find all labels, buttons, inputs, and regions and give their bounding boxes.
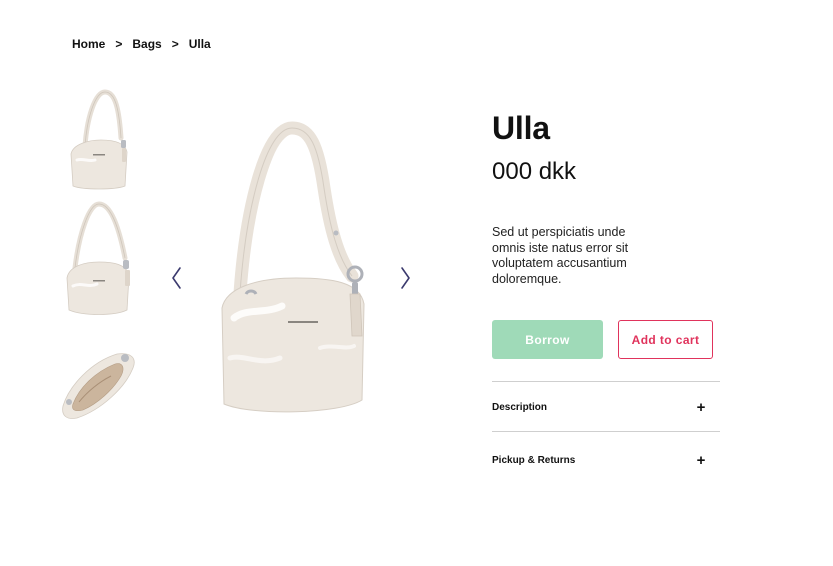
borrow-button[interactable]: Borrow	[492, 320, 603, 359]
divider	[492, 431, 720, 432]
bag-front-image	[70, 89, 128, 190]
product-description: Sed ut perspiciatis unde omnis iste natu…	[492, 225, 629, 286]
accordion-pickup-label: Pickup & Returns	[492, 454, 576, 466]
chevron-right-icon	[401, 267, 410, 289]
prev-image-button[interactable]	[169, 266, 185, 290]
plus-icon: +	[696, 398, 706, 416]
accordion-description-label: Description	[492, 401, 548, 413]
plus-icon: +	[696, 451, 706, 469]
breadcrumb-bags-link[interactable]: Bags	[132, 37, 161, 51]
divider	[492, 381, 720, 382]
accordion-description[interactable]: Description +	[492, 397, 720, 417]
product-price: 000 dkk	[492, 158, 577, 185]
breadcrumb-separator: >	[171, 37, 179, 51]
thumbnail-interior[interactable]	[55, 346, 145, 422]
chevron-left-icon	[172, 267, 181, 289]
accordion-pickup-returns[interactable]: Pickup & Returns +	[492, 450, 720, 470]
next-image-button[interactable]	[397, 266, 413, 290]
breadcrumb-home-link[interactable]: Home	[72, 37, 105, 51]
product-title: Ulla	[492, 110, 550, 146]
bag-side-image	[66, 201, 130, 315]
bag-main-image	[221, 121, 365, 413]
breadcrumb-separator: >	[115, 37, 123, 51]
main-product-image	[200, 118, 390, 424]
thumbnail-side[interactable]	[55, 198, 145, 320]
breadcrumb-current: Ulla	[188, 37, 211, 51]
bag-interior-image	[62, 353, 135, 419]
thumbnail-front[interactable]	[55, 88, 145, 196]
breadcrumb: Home > Bags > Ulla	[72, 36, 211, 52]
add-to-cart-button[interactable]: Add to cart	[618, 320, 713, 359]
